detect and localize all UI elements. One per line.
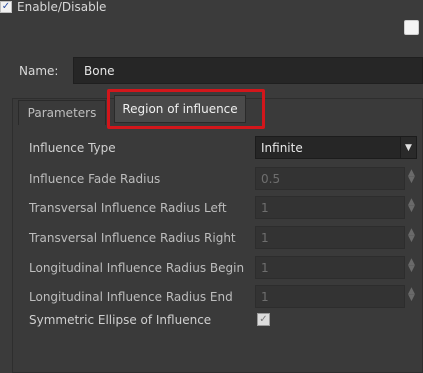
spinner-arrows-icon: ▲ ▼ <box>408 286 415 303</box>
fade-radius-spinner[interactable]: ▲ ▼ <box>408 168 415 185</box>
long-end-spinner[interactable]: ▲ ▼ <box>408 286 415 303</box>
trans-right-label: Transversal Influence Radius Right <box>29 231 236 245</box>
trans-right-field[interactable]: 1 <box>255 226 405 249</box>
top-right-checkbox[interactable] <box>404 20 419 35</box>
spinner-arrows-icon: ▲ ▼ <box>408 168 415 185</box>
long-begin-label: Longitudinal Influence Radius Begin <box>29 261 245 275</box>
long-end-field[interactable]: 1 <box>255 285 405 308</box>
checkmark-icon: ✓ <box>1 1 11 12</box>
trans-left-field[interactable]: 1 <box>255 196 405 219</box>
enable-label: Enable/Disable <box>17 0 107 14</box>
influence-type-label: Influence Type <box>29 141 116 155</box>
trans-right-spinner[interactable]: ▲ ▼ <box>408 227 415 244</box>
name-label: Name: <box>19 64 59 78</box>
trans-left-label: Transversal Influence Radius Left <box>29 201 227 215</box>
spinner-arrows-icon: ▲ ▼ <box>408 197 415 214</box>
chevron-down-icon: ▼ <box>405 142 412 153</box>
tab-parameters[interactable]: Parameters <box>18 100 106 125</box>
highlight-box <box>107 89 265 129</box>
influence-type-select[interactable]: Infinite <box>255 136 405 159</box>
long-end-label: Longitudinal Influence Radius End <box>29 290 233 304</box>
fade-radius-field[interactable]: 0.5 <box>255 167 405 190</box>
enable-checkbox[interactable]: ✓ <box>0 1 12 13</box>
spinner-arrows-icon: ▲ ▼ <box>408 227 415 244</box>
long-begin-field[interactable]: 1 <box>255 256 405 279</box>
spinner-arrows-icon: ▲ ▼ <box>408 257 415 274</box>
symmetric-checkbox[interactable]: ✓ <box>257 313 270 326</box>
checkmark-icon: ✓ <box>259 314 268 325</box>
long-begin-spinner[interactable]: ▲ ▼ <box>408 257 415 274</box>
name-field[interactable]: Bone <box>73 57 423 84</box>
influence-type-dropdown-button[interactable]: ▼ <box>400 136 417 159</box>
symmetric-label: Symmetric Ellipse of Influence <box>29 313 212 327</box>
enable-disable-row[interactable]: ✓ Enable/Disable <box>0 0 423 14</box>
fade-radius-label: Influence Fade Radius <box>29 172 161 186</box>
trans-left-spinner[interactable]: ▲ ▼ <box>408 197 415 214</box>
